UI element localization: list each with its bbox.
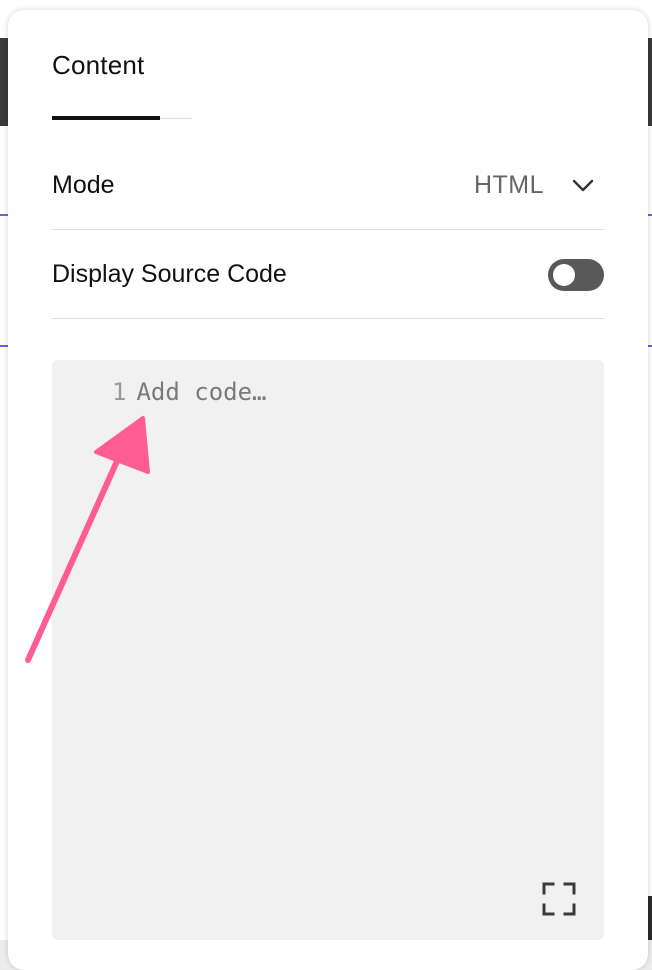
mode-select[interactable]: HTML [474,171,604,200]
display-source-toggle[interactable] [548,258,604,291]
content-settings-panel: Content Mode HTML Display Source Code 1 … [8,10,648,970]
tab-track [160,118,192,119]
code-line: 1 Add code… [112,378,267,406]
code-placeholder[interactable]: Add code… [136,378,266,406]
mode-row: Mode HTML [52,142,604,230]
mode-label: Mode [52,171,115,199]
expand-icon[interactable] [542,882,576,916]
line-number: 1 [112,378,127,406]
display-source-row: Display Source Code [52,231,604,319]
tab-content[interactable]: Content [52,50,192,81]
toggle-knob [553,263,575,286]
display-source-label: Display Source Code [52,260,287,288]
mode-selected-value: HTML [473,171,544,199]
panel-tabs: Content [52,50,192,120]
active-tab-indicator [52,116,160,120]
chevron-down-icon [572,179,594,191]
code-editor[interactable]: 1 Add code… [52,360,604,940]
